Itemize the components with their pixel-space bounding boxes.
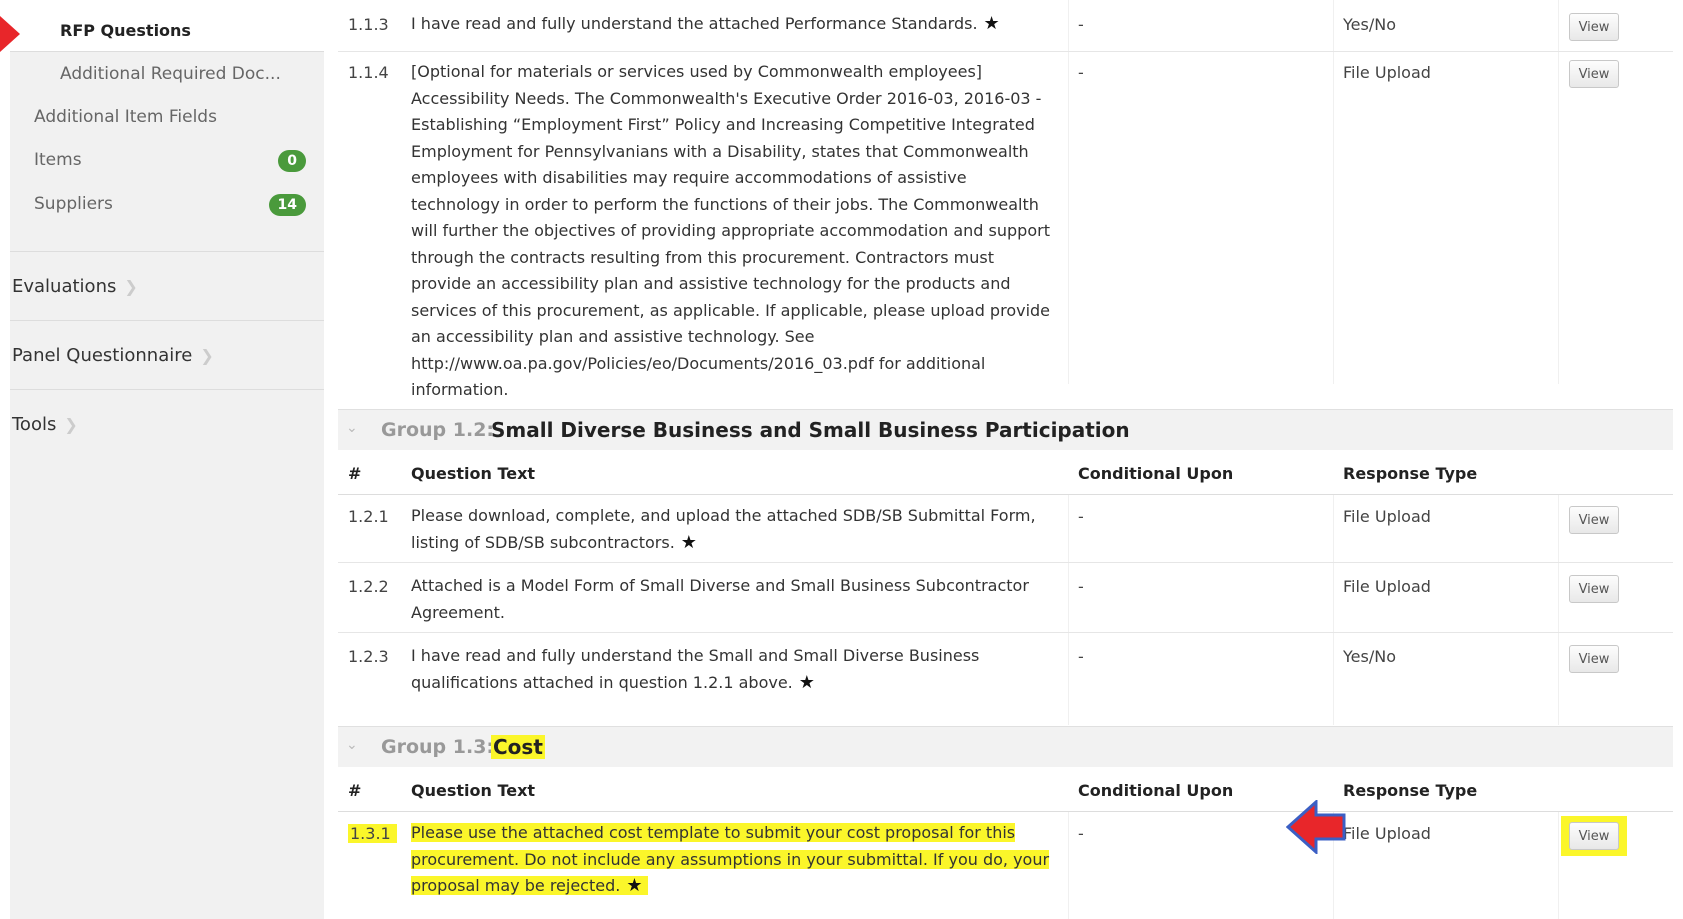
response-type: Yes/No [1343,15,1396,34]
required-star-icon: ★ [626,875,643,896]
sidebar-section-panel-questionnaire[interactable]: Panel Questionnaire ❯ [10,320,324,389]
sidebar-item-suppliers[interactable]: Suppliers 14 [10,194,324,224]
group-title: Cost [491,735,545,759]
response-type: Yes/No [1343,647,1396,666]
question-number: 1.2.3 [348,647,389,666]
column-header-conditional: Conditional Upon [1078,464,1234,483]
view-button[interactable]: View [1569,575,1619,603]
conditional-upon: - [1078,577,1084,596]
group-header-1-2[interactable]: ⌄ Group 1.2: Small Diverse Business and … [338,409,1673,450]
view-button[interactable]: View [1569,60,1619,88]
sidebar-item-items[interactable]: Items 0 [10,150,324,180]
group-title: Small Diverse Business and Small Busines… [491,418,1130,442]
group-label: Group 1.3: [381,736,495,758]
annotation-arrow-icon [0,16,20,52]
count-badge: 0 [278,150,306,172]
conditional-upon: - [1078,63,1084,82]
sidebar-section-evaluations[interactable]: Evaluations ❯ [10,251,324,320]
sidebar: RFP Questions Additional Required Doc...… [10,0,324,919]
sidebar-item-rfp-questions[interactable]: RFP Questions [10,0,324,52]
response-type: File Upload [1343,577,1431,596]
question-number: 1.1.4 [348,63,389,82]
table-row: 1.3.1 Please use the attached cost templ… [338,812,1673,919]
response-type: File Upload [1343,824,1431,843]
question-number: 1.3.1 [348,824,397,843]
table-row: 1.2.3 I have read and fully understand t… [338,633,1673,725]
question-text: Please use the attached cost template to… [411,823,1050,896]
response-type: File Upload [1343,507,1431,526]
group-header-1-3[interactable]: ⌄ Group 1.3: Cost [338,726,1673,767]
conditional-upon: - [1078,824,1084,843]
view-button[interactable]: View [1569,645,1619,673]
chevron-right-icon: ❯ [200,346,214,365]
sidebar-item-label: Additional Required Doc... [60,64,281,84]
sidebar-item-additional-item-fields[interactable]: Additional Item Fields [10,107,324,137]
table-row: 1.2.1 Please download, complete, and upl… [338,495,1673,563]
question-number: 1.2.2 [348,577,389,596]
required-star-icon: ★ [798,671,815,693]
required-star-icon: ★ [680,531,697,553]
required-star-icon: ★ [983,13,1000,34]
annotation-arrow-icon [1286,800,1346,854]
questions-panel: 1.1.3 I have read and fully understand t… [338,0,1673,919]
sidebar-item-additional-required-docs[interactable]: Additional Required Doc... [10,64,324,94]
column-header-row: # Question Text Conditional Upon Respons… [338,767,1673,812]
sidebar-section-label: Tools [12,414,57,435]
column-header-response: Response Type [1343,781,1478,800]
question-text: [Optional for materials or services used… [411,62,1051,399]
column-header-question: Question Text [411,781,536,800]
column-header-conditional: Conditional Upon [1078,781,1234,800]
sidebar-section-label: Evaluations [12,276,117,297]
question-text: I have read and fully understand the att… [411,13,1000,34]
question-text: Attached is a Model Form of Small Divers… [411,576,1029,622]
conditional-upon: - [1078,647,1084,666]
sidebar-item-label: Additional Item Fields [34,107,217,127]
group-label: Group 1.2: [381,419,495,441]
table-row: 1.1.4 [Optional for materials or service… [338,52,1673,399]
chevron-right-icon: ❯ [124,277,138,296]
conditional-upon: - [1078,507,1084,526]
view-button[interactable]: View [1569,506,1619,534]
response-type: File Upload [1343,63,1431,82]
table-row: 1.1.3 I have read and fully understand t… [338,0,1673,52]
view-button[interactable]: View [1569,13,1619,41]
question-number: 1.1.3 [348,15,389,34]
view-button[interactable]: View [1569,822,1619,850]
column-header-question: Question Text [411,464,536,483]
column-header-num: # [348,464,362,483]
sidebar-section-label: Panel Questionnaire [12,345,193,366]
table-row: 1.2.2 Attached is a Model Form of Small … [338,563,1673,633]
chevron-right-icon: ❯ [64,415,78,434]
sidebar-section-tools[interactable]: Tools ❯ [10,389,324,458]
question-number: 1.2.1 [348,507,389,526]
chevron-down-icon[interactable]: ⌄ [346,420,358,436]
question-text: I have read and fully understand the Sma… [411,646,980,693]
conditional-upon: - [1078,15,1084,34]
sidebar-item-label: RFP Questions [60,21,191,40]
sidebar-item-label: Suppliers [34,194,113,214]
column-header-row: # Question Text Conditional Upon Respons… [338,450,1673,495]
question-text: Please download, complete, and upload th… [411,506,1036,553]
sidebar-item-label: Items [34,150,82,170]
chevron-down-icon[interactable]: ⌄ [346,737,358,753]
column-header-response: Response Type [1343,464,1478,483]
count-badge: 14 [268,194,306,216]
column-header-num: # [348,781,362,800]
